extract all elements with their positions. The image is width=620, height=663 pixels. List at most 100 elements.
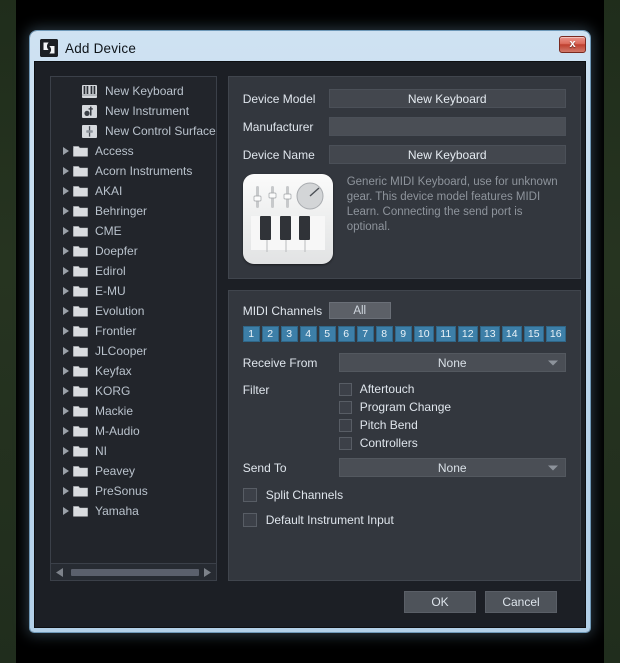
tree-item-folder[interactable]: AKAI [51,181,216,201]
filter-checkbox-row[interactable]: Aftertouch [338,382,451,396]
device-name-label: Device Name [242,147,315,162]
checkbox-icon[interactable] [338,400,352,414]
midi-channel-button[interactable]: 6 [337,326,355,342]
close-icon: x [569,38,576,50]
folder-icon [72,344,89,358]
tree-item-folder[interactable]: Behringer [51,201,216,221]
expand-arrow-icon[interactable] [59,467,72,475]
tree-item-folder[interactable]: Mackie [51,401,216,421]
device-name-value[interactable]: New Keyboard [328,145,566,164]
expand-arrow-icon[interactable] [59,487,72,495]
tree-item-new-keyboard[interactable]: New Keyboard [51,81,216,101]
control-surface-icon [81,124,98,138]
expand-arrow-icon[interactable] [59,207,72,215]
midi-channel-button[interactable]: 9 [394,326,412,342]
expand-arrow-icon[interactable] [59,407,72,415]
filter-checkbox-group: Aftertouch Program Change Pitch Bend Contro… [338,382,452,450]
arrow-right-icon[interactable] [200,565,214,580]
filter-checkbox-label: Program Change [359,400,452,414]
manufacturer-value[interactable] [328,117,566,136]
tree-item-folder[interactable]: KORG [51,381,216,401]
device-tree[interactable]: New Keyboard New Instrument New Control … [51,77,216,563]
filter-checkbox-row[interactable]: Controllers [338,436,451,450]
tree-item-folder[interactable]: JLCooper [51,341,216,361]
expand-arrow-icon[interactable] [59,267,72,275]
tree-item-label: Behringer [95,203,148,218]
close-button[interactable]: x [559,36,586,53]
checkbox-icon[interactable] [338,436,352,450]
filter-checkbox-row[interactable]: Program Change [338,400,452,414]
midi-channel-button[interactable]: 14 [501,326,522,342]
expand-arrow-icon[interactable] [59,367,72,375]
expand-arrow-icon[interactable] [59,327,72,335]
titlebar[interactable]: Add Device x [34,35,586,61]
expand-arrow-icon[interactable] [59,247,72,255]
midi-channel-button[interactable]: 3 [280,326,298,342]
device-description-row: Generic MIDI Keyboard, use for unknown g… [242,174,566,264]
checkbox-icon[interactable] [242,513,257,527]
device-option-row[interactable]: Split Channels [242,488,566,502]
expand-arrow-icon[interactable] [59,427,72,435]
receive-from-row: Receive From None [243,353,566,372]
expand-arrow-icon[interactable] [59,187,72,195]
tree-item-new-control-surface[interactable]: New Control Surface [51,121,216,141]
tree-item-folder[interactable]: Evolution [51,301,216,321]
manufacturer-label: Manufacturer [242,119,314,134]
midi-channel-button[interactable]: 5 [318,326,336,342]
ok-button[interactable]: OK [404,591,476,613]
send-to-dropdown[interactable]: None [338,458,566,477]
folder-icon [72,144,89,158]
expand-arrow-icon[interactable] [59,387,72,395]
tree-item-folder[interactable]: M-Audio [51,421,216,441]
scroll-thumb[interactable] [71,568,199,576]
midi-channel-button[interactable]: 4 [299,326,317,342]
expand-arrow-icon[interactable] [59,227,72,235]
tree-item-label: Mackie [95,403,134,418]
checkbox-icon[interactable] [242,488,257,502]
midi-channel-button[interactable]: 8 [375,326,393,342]
tree-item-folder[interactable]: NI [51,441,216,461]
midi-channels-all-button[interactable]: All [328,302,391,319]
tree-item-folder[interactable]: Doepfer [51,241,216,261]
expand-arrow-icon[interactable] [59,167,72,175]
expand-arrow-icon[interactable] [59,347,72,355]
midi-channel-button[interactable]: 10 [413,326,434,342]
receive-from-dropdown[interactable]: None [338,353,566,372]
expand-arrow-icon[interactable] [59,307,72,315]
midi-channel-button[interactable]: 7 [356,326,374,342]
checkbox-icon[interactable] [338,382,352,396]
cancel-button[interactable]: Cancel [485,591,557,613]
midi-channel-button[interactable]: 2 [261,326,279,342]
expand-arrow-icon[interactable] [59,447,72,455]
expand-arrow-icon[interactable] [59,287,72,295]
tree-item-folder[interactable]: Access [51,141,216,161]
tree-item-folder[interactable]: Yamaha [51,501,216,521]
tree-item-new-instrument[interactable]: New Instrument [51,101,216,121]
midi-channel-button[interactable]: 12 [457,326,478,342]
tree-item-folder[interactable]: Peavey [51,461,216,481]
expand-arrow-icon[interactable] [59,147,72,155]
midi-channel-button[interactable]: 13 [479,326,500,342]
tree-item-folder[interactable]: Keyfax [51,361,216,381]
midi-channel-button[interactable]: 11 [435,326,456,342]
tree-item-folder[interactable]: CME [51,221,216,241]
expand-arrow-icon[interactable] [59,507,72,515]
midi-channel-button[interactable]: 15 [523,326,544,342]
receive-from-value: None [437,355,467,370]
arrow-left-icon[interactable] [53,565,67,580]
checkbox-icon[interactable] [338,418,352,432]
tree-item-folder[interactable]: E-MU [51,281,216,301]
tree-horizontal-scrollbar[interactable] [51,563,216,580]
add-device-dialog: Add Device x New Keyboard New Instrument… [30,31,590,632]
device-option-row[interactable]: Default Instrument Input [242,513,566,527]
scroll-track[interactable] [67,565,200,580]
tree-item-folder[interactable]: Acorn Instruments [51,161,216,181]
tree-item-folder[interactable]: Edirol [51,261,216,281]
device-model-value[interactable]: New Keyboard [328,89,566,108]
folder-icon [72,484,89,498]
tree-item-folder[interactable]: PreSonus [51,481,216,501]
midi-channel-button[interactable]: 16 [545,326,566,342]
filter-checkbox-row[interactable]: Pitch Bend [338,418,451,432]
tree-item-folder[interactable]: Frontier [51,321,216,341]
midi-channel-button[interactable]: 1 [242,326,260,342]
